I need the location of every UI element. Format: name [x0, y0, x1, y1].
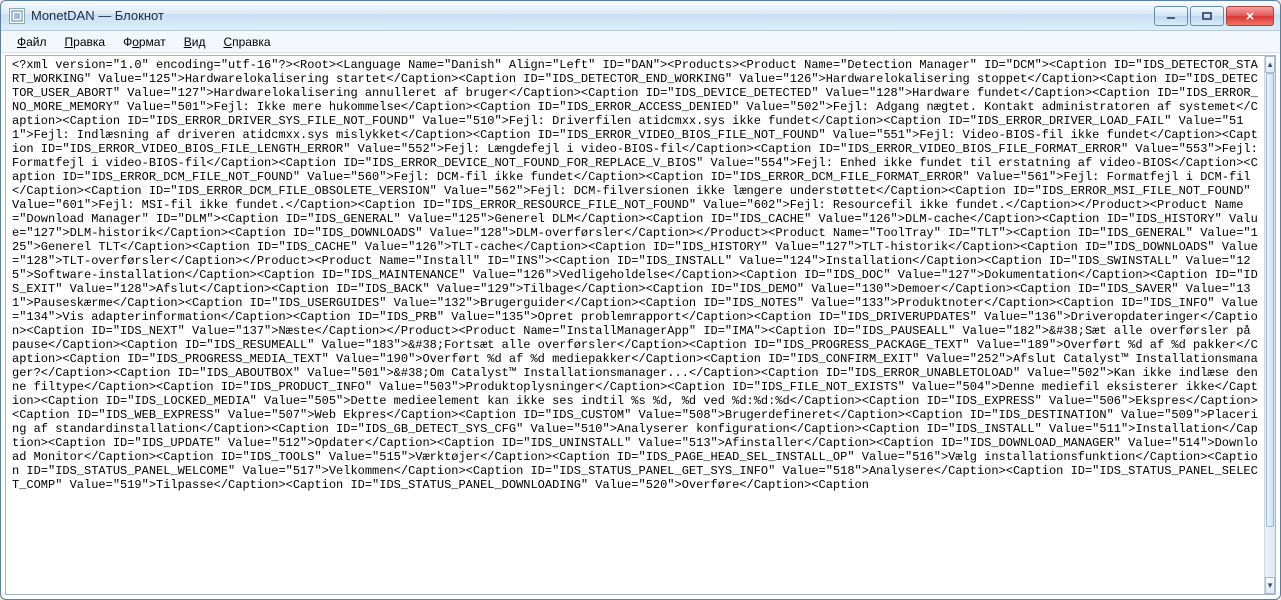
menu-view[interactable]: Вид: [176, 33, 214, 51]
scroll-up-button[interactable]: ▲: [1265, 56, 1275, 73]
scroll-thumb[interactable]: [1266, 73, 1274, 527]
minimize-button[interactable]: [1154, 6, 1188, 26]
window-title: MonetDAN — Блокнот: [31, 8, 164, 23]
window-buttons: [1154, 6, 1274, 26]
notepad-icon: [9, 8, 25, 24]
vertical-scrollbar[interactable]: ▲ ▼: [1264, 56, 1275, 594]
menu-file[interactable]: Файл: [9, 33, 55, 51]
close-button[interactable]: [1226, 6, 1274, 26]
text-area[interactable]: <?xml version="1.0" encoding="utf-16"?><…: [6, 56, 1264, 594]
menu-edit[interactable]: Правка: [57, 33, 114, 51]
menu-format[interactable]: Формат: [115, 33, 174, 51]
titlebar[interactable]: MonetDAN — Блокнот: [1, 1, 1280, 31]
menu-help[interactable]: Справка: [215, 33, 278, 51]
menubar: Файл Правка Формат Вид Справка: [1, 31, 1280, 53]
client-area: <?xml version="1.0" encoding="utf-16"?><…: [5, 55, 1276, 595]
scroll-down-button[interactable]: ▼: [1265, 577, 1275, 594]
scroll-track[interactable]: [1265, 73, 1275, 577]
app-window: MonetDAN — Блокнот Файл Правка Формат Ви…: [0, 0, 1281, 600]
maximize-button[interactable]: [1190, 6, 1224, 26]
